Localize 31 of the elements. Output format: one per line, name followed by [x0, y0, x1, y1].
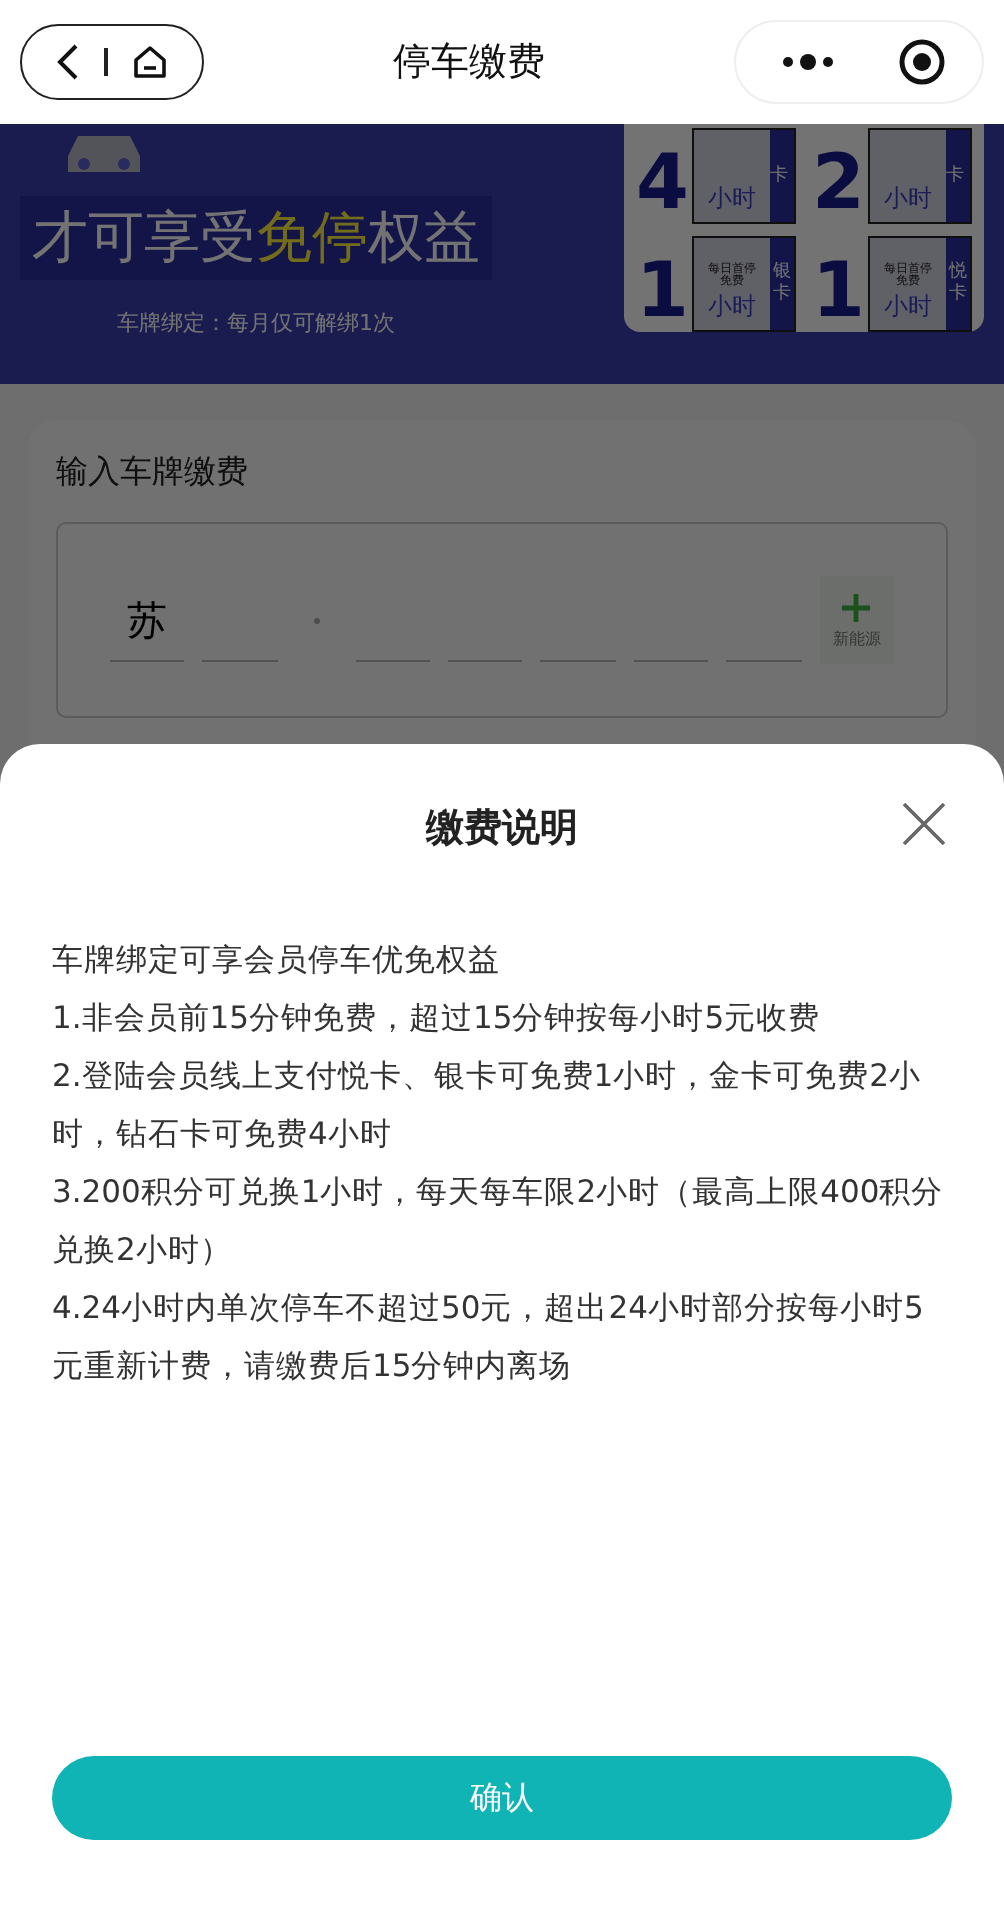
- rule-text: 3.200积分可兑换1小时，每天每车限2小时（最高上限400积分兑换2小时）: [52, 1172, 946, 1272]
- dialog-title: 缴费说明: [426, 804, 578, 854]
- banner-note: 车牌绑定：每月仅可解绑1次: [117, 308, 395, 338]
- confirm-button[interactable]: 确认: [52, 1756, 952, 1840]
- plus-icon: [840, 591, 873, 623]
- home-icon[interactable]: [130, 42, 171, 82]
- card-unit: 小时: [708, 182, 757, 216]
- rule-text: 2.登陆会员线上支付悦卡、银卡可免费1小时，金卡可免费2小时，钻石卡可免费4小时: [52, 1056, 924, 1156]
- separator-dot: [313, 617, 320, 623]
- card-unit: 小时: [884, 182, 933, 216]
- back-icon[interactable]: [53, 42, 82, 82]
- hours-number: 4: [636, 140, 689, 224]
- banner-headline: 才可享受免停权益: [20, 196, 492, 280]
- plate-character[interactable]: 苏: [110, 579, 185, 661]
- card-name: 悦卡: [946, 238, 970, 330]
- close-icon[interactable]: [900, 800, 948, 848]
- card-unit: 小时: [884, 290, 933, 324]
- page-title: 停车缴费: [393, 38, 545, 88]
- hours-number: 2: [812, 140, 865, 224]
- card-unit: 小时: [708, 290, 757, 324]
- rule-text: 1.非会员前15分钟免费，超过15分钟按每小时5元收费: [52, 998, 823, 1040]
- rule-text: 车牌绑定可享会员停车优免权益: [52, 940, 502, 982]
- hours-number: 1: [812, 248, 865, 332]
- rule-text: 4.24小时内单次停车不超过50元，超出24小时部分按每小时5元重新计费，请缴费后15分钟内离场: [52, 1288, 926, 1388]
- hours-number: 1: [636, 248, 689, 332]
- card-name: 卡: [946, 130, 970, 222]
- card-name: 银卡: [770, 238, 794, 330]
- card-name: 卡: [770, 130, 794, 222]
- more-icon[interactable]: [780, 52, 836, 72]
- section-label: 输入车牌缴费: [56, 452, 250, 494]
- close-app-icon[interactable]: [898, 38, 946, 86]
